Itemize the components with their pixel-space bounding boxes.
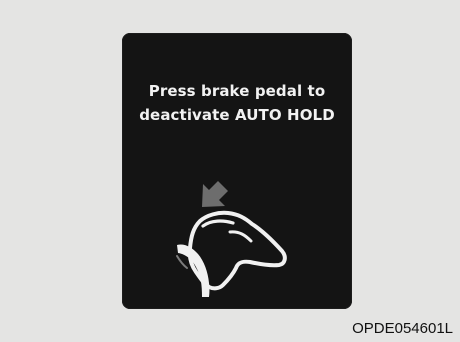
down-left-arrow-icon [202, 181, 228, 207]
brake-pedal-icon [176, 181, 287, 297]
message-line-1: Press brake pedal to [148, 82, 326, 100]
cluster-display: Press brake pedal to deactivate AUTO HOL… [122, 33, 352, 309]
auto-hold-message: Press brake pedal to deactivate AUTO HOL… [122, 79, 352, 127]
foot-heel-detail [201, 219, 235, 228]
foot-instep-detail [228, 230, 253, 243]
pedal-motion-line [176, 255, 188, 269]
message-line-2: deactivate AUTO HOLD [139, 106, 335, 124]
image-code: OPDE054601L [352, 320, 453, 337]
